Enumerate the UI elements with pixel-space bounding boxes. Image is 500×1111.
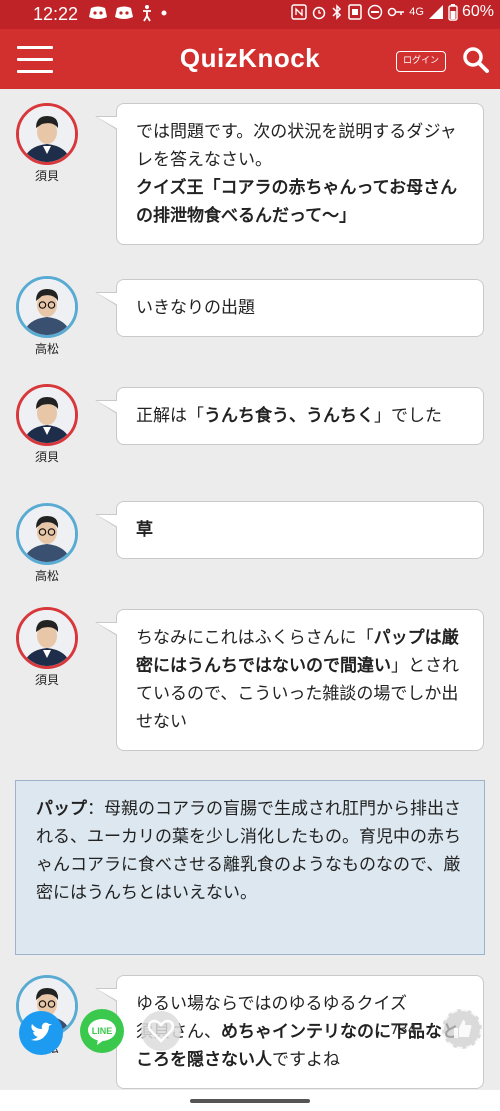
- message-bubble: いきなりの出題: [95, 279, 484, 337]
- note-term: パップ: [36, 799, 87, 819]
- signal-icon: [428, 5, 443, 19]
- message-text: うんち食う、うんちく: [204, 406, 374, 426]
- key-icon: [388, 7, 405, 17]
- avatar-takamatsu: [16, 503, 78, 565]
- avatar-takamatsu: [16, 276, 78, 338]
- avatar-sugai: [16, 607, 78, 669]
- login-button[interactable]: ログイン: [396, 51, 446, 72]
- message-bubble: では問題です。次の状況を説明するダジャレを答えなさい。 クイズ王「コアラの赤ちゃん…: [95, 103, 484, 245]
- speaker-name: 高松: [34, 569, 59, 583]
- status-bar: 12:22 4G 60%: [0, 0, 500, 29]
- system-navigation-bar: [0, 1090, 500, 1111]
- message-text: 」でした: [374, 406, 442, 426]
- message-text: 正解は「: [136, 406, 204, 426]
- like-button[interactable]: [141, 1011, 181, 1051]
- status-time: 12:22: [33, 4, 79, 24]
- message-bubble: ちなみにこれはふくらさんに「パップは厳密にはうんちではないので間違い」とされてい…: [95, 609, 484, 751]
- speaker-name: 須貝: [34, 450, 59, 464]
- discord-icon: [115, 6, 133, 19]
- avatar-sugai: [16, 103, 78, 165]
- search-button[interactable]: [462, 46, 489, 77]
- person-avatar-icon: [19, 610, 75, 666]
- accessibility-icon: [143, 5, 151, 22]
- thumbs-up-icon: [454, 1020, 472, 1038]
- person-avatar-icon: [19, 279, 75, 335]
- message-text: ちなみにこれはふくらさんに「: [136, 628, 374, 648]
- twitter-icon: [31, 1022, 52, 1041]
- battery-icon: [448, 3, 458, 21]
- line-label: LINE: [92, 1026, 113, 1036]
- message-text: では問題です。次の状況を説明するダジャレを答えなさい。: [136, 122, 457, 170]
- message-text: クイズ王「コアラの赤ちゃんってお母さんの排泄物食べるんだって〜」: [136, 178, 458, 226]
- dot-icon: [161, 10, 167, 16]
- heart-icon: [147, 1019, 175, 1043]
- note-text: ：母親のコアラの盲腸で生成され肛門から排出される、ユーカリの葉を少し消化したもの…: [36, 799, 461, 903]
- person-avatar-icon: [19, 506, 75, 562]
- line-icon: LINE: [88, 1019, 116, 1045]
- article-content: 須貝 では問題です。次の状況を説明するダジャレを答えなさい。 クイズ王「コアラの赤…: [0, 89, 500, 1090]
- note-box: パップ：母親のコアラの盲腸で生成され肛門から排出される、ユーカリの葉を少し消化し…: [15, 780, 485, 955]
- nfc-icon: [291, 4, 308, 20]
- message-text: ですよね: [272, 1050, 340, 1070]
- speaker-name: 高松: [34, 342, 59, 356]
- site-header: QuizKnock ログイン: [0, 29, 500, 89]
- screenshot-icon: [348, 4, 363, 20]
- message-text: いきなりの出題: [136, 298, 255, 318]
- discord-icon: [89, 6, 107, 19]
- message-text: 草: [136, 520, 153, 540]
- thumbs-up-button[interactable]: [442, 1009, 482, 1049]
- speaker-name: 須貝: [34, 673, 59, 687]
- search-icon: [463, 47, 489, 73]
- like-count: 734: [390, 1022, 417, 1038]
- avatar-sugai: [16, 384, 78, 446]
- network-type: 4G: [409, 6, 424, 18]
- bluetooth-icon: [332, 4, 342, 20]
- line-share-button[interactable]: LINE: [80, 1009, 124, 1053]
- person-avatar-icon: [19, 106, 75, 162]
- battery-level: 60%: [461, 3, 494, 20]
- person-avatar-icon: [19, 387, 75, 443]
- message-bubble: 草: [95, 501, 484, 559]
- alarm-icon: [313, 6, 326, 20]
- twitter-share-button[interactable]: [19, 1011, 63, 1055]
- dnd-icon: [368, 4, 383, 20]
- home-gesture-bar[interactable]: [190, 1099, 310, 1103]
- speaker-name: 須貝: [34, 169, 59, 183]
- system-icons: 4G 60%: [291, 3, 494, 21]
- notification-icons: [88, 4, 168, 22]
- message-bubble: 正解は「うんち食う、うんちく」でした: [95, 387, 484, 445]
